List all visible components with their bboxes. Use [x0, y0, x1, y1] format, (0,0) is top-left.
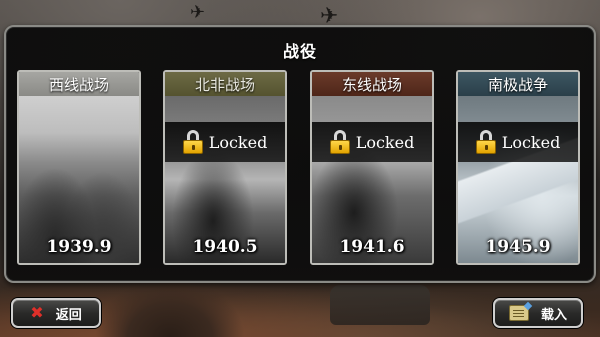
- plane-icon: ✈: [190, 2, 206, 23]
- padlock-icon: [475, 130, 496, 154]
- campaign-card-western-front[interactable]: 西线战场 1939.9: [17, 70, 141, 265]
- campaign-year: 1941.6: [339, 237, 405, 257]
- campaign-name: 东线战场: [312, 72, 432, 96]
- locked-overlay: Locked: [312, 122, 432, 162]
- campaign-name: 西线战场: [19, 72, 139, 96]
- campaign-year: 1940.5: [192, 237, 258, 257]
- tank-image: [330, 285, 430, 325]
- locked-label: Locked: [501, 132, 561, 152]
- load-button-label: 载入: [540, 307, 567, 323]
- campaign-name: 南极战争: [458, 72, 578, 96]
- campaign-year: 1945.9: [485, 237, 551, 257]
- padlock-icon: [182, 130, 203, 154]
- load-button[interactable]: 载入: [493, 298, 583, 328]
- locked-label: Locked: [208, 132, 268, 152]
- campaign-card-eastern-front[interactable]: 东线战场 Locked 1941.6: [310, 70, 434, 265]
- back-button-label: 返回: [55, 307, 82, 323]
- campaign-year: 1939.9: [46, 237, 112, 257]
- notepad-icon: [508, 305, 529, 321]
- campaign-name: 北非战场: [165, 72, 285, 96]
- campaign-card-north-africa[interactable]: 北非战场 Locked 1940.5: [163, 70, 287, 265]
- campaign-card-antarctic-war[interactable]: 南极战争 Locked 1945.9: [456, 70, 580, 265]
- soldier-image: [95, 277, 245, 337]
- close-x-icon: ✖: [30, 303, 44, 322]
- locked-overlay: Locked: [165, 122, 285, 162]
- back-button[interactable]: ✖ 返回: [11, 298, 101, 328]
- locked-label: Locked: [355, 132, 415, 152]
- locked-overlay: Locked: [458, 122, 578, 162]
- padlock-icon: [329, 130, 350, 154]
- panel-title: 战役: [282, 42, 317, 61]
